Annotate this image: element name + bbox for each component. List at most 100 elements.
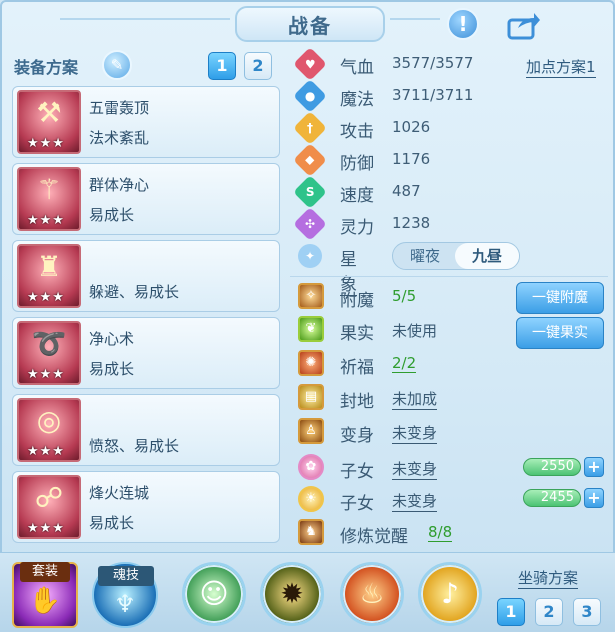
skill-slot-fire[interactable]: ♨ bbox=[340, 562, 404, 626]
suit-button[interactable]: 套装 ✋ bbox=[12, 562, 78, 628]
bell-icon: ♪ bbox=[441, 577, 459, 610]
equipment-skill: 躲避、易成长 bbox=[89, 283, 180, 301]
figure-icon: ☺ bbox=[199, 577, 229, 610]
child-1-level-bar: 2550 bbox=[523, 458, 581, 476]
feature-label: 修炼觉醒 bbox=[340, 527, 408, 547]
star-rating: ★★★ bbox=[27, 444, 65, 459]
child-1-add-button[interactable]: + bbox=[584, 457, 604, 477]
stat-value: 1176 bbox=[392, 150, 431, 168]
blessing-icon: ✺ bbox=[298, 350, 324, 376]
one-click-fruit-button[interactable]: 一键果实 bbox=[516, 317, 604, 349]
page-title: 战备 bbox=[288, 13, 332, 38]
suit-label: 套装 bbox=[20, 562, 70, 582]
belt-icon: ◎ ★★★ bbox=[17, 398, 81, 462]
equipment-slot-boots[interactable]: ☍ ★★★ 烽火连城 易成长 bbox=[12, 471, 280, 543]
stat-value: 1026 bbox=[392, 118, 431, 136]
feature-label: 附魔 bbox=[340, 291, 374, 311]
equipment-skill: 易成长 bbox=[89, 360, 135, 378]
star-rating: ★★★ bbox=[27, 521, 65, 536]
star-sign-option-day[interactable]: 九昼 bbox=[455, 243, 519, 269]
star-sign-option-night[interactable]: 曜夜 bbox=[393, 243, 457, 269]
star-rating: ★★★ bbox=[27, 367, 65, 382]
feature-value[interactable]: 未变身 bbox=[392, 422, 438, 444]
mount-tab-3[interactable]: 3 bbox=[573, 598, 601, 626]
soul-skill-button[interactable]: 魂技 ♆ bbox=[92, 562, 158, 628]
sword-icon: † bbox=[293, 111, 327, 145]
plan-tab-2[interactable]: 2 bbox=[244, 52, 272, 80]
feature-value[interactable]: 未变身 bbox=[392, 458, 438, 480]
child-2-add-button[interactable]: + bbox=[584, 488, 604, 508]
help-button[interactable]: ! bbox=[447, 8, 479, 40]
feature-value[interactable]: 8/8 bbox=[428, 523, 453, 542]
equipment-slot-armor[interactable]: ♜ ★★★ 躲避、易成长 bbox=[12, 240, 280, 312]
stat-row-mp: ● 魔法 3711/3711 bbox=[293, 79, 473, 113]
stat-value: 1238 bbox=[392, 214, 431, 232]
hand-icon: ✋ bbox=[28, 586, 62, 616]
feature-label: 变身 bbox=[340, 426, 374, 446]
scroll-icon: ▤ bbox=[298, 384, 324, 410]
boots-icon: ☍ ★★★ bbox=[17, 475, 81, 539]
compass-icon: ✦ bbox=[293, 239, 327, 273]
equipment-panel: 装备方案 ✎ 1 2 ⚒ ★★★ 五雷轰顶 法术紊乱 ⚚ ★★★ 群体净心 易成长 … bbox=[4, 44, 287, 544]
title-divider-right bbox=[390, 18, 440, 20]
fruit-icon: ❦ bbox=[298, 316, 324, 342]
equipment-slot-weapon[interactable]: ⚒ ★★★ 五雷轰顶 法术紊乱 bbox=[12, 86, 280, 158]
stat-row-attack: † 攻击 1026 bbox=[293, 111, 430, 145]
stat-label: 攻击 bbox=[340, 122, 374, 142]
star-sign-row: ✦ 星象 bbox=[293, 239, 357, 296]
enchant-icon: ✧ bbox=[298, 283, 324, 309]
feature-row-fruit: ❦ 果实 未使用 bbox=[298, 316, 518, 344]
mount-tab-1[interactable]: 1 bbox=[497, 598, 525, 626]
mount-plan-label[interactable]: 坐骑方案 bbox=[518, 567, 579, 589]
star-rating: ★★★ bbox=[27, 136, 65, 151]
skill-slot-bell[interactable]: ♪ bbox=[418, 562, 482, 626]
plus-icon: + bbox=[587, 457, 601, 476]
title-banner: 战备 bbox=[235, 6, 385, 42]
plan-tab-1[interactable]: 1 bbox=[208, 52, 236, 80]
feature-value[interactable]: 2/2 bbox=[392, 354, 417, 373]
exclamation-icon: ! bbox=[458, 12, 468, 36]
equipment-name: 群体净心 bbox=[89, 176, 150, 194]
stat-value: 487 bbox=[392, 182, 421, 200]
stat-value: 3577/3577 bbox=[392, 54, 474, 72]
pencil-icon: ✎ bbox=[110, 56, 124, 74]
mount-tab-2[interactable]: 2 bbox=[535, 598, 563, 626]
add-point-plan-link[interactable]: 加点方案1 bbox=[526, 56, 596, 78]
spirit-icon: ✣ bbox=[293, 207, 327, 241]
stat-row-speed: S 速度 487 bbox=[293, 175, 421, 209]
one-click-enchant-button[interactable]: 一键附魔 bbox=[516, 282, 604, 314]
feature-row-child-2: ☀ 子女 未变身 bbox=[298, 486, 518, 514]
feature-label: 子女 bbox=[340, 462, 374, 482]
share-arrow-icon bbox=[507, 13, 540, 40]
skill-slot-figure[interactable]: ☺ bbox=[182, 562, 246, 626]
star-rating: ★★★ bbox=[27, 213, 65, 228]
feature-row-blessing: ✺ 祈福 2/2 bbox=[298, 350, 518, 378]
equipment-slot-belt[interactable]: ◎ ★★★ 愤怒、易成长 bbox=[12, 394, 280, 466]
trident-icon: ♆ bbox=[114, 590, 136, 618]
equipment-slot-helmet[interactable]: ⚚ ★★★ 群体净心 易成长 bbox=[12, 163, 280, 235]
stat-label: 防御 bbox=[340, 154, 374, 174]
star-rating: ★★★ bbox=[27, 290, 65, 305]
shield-icon: ◆ bbox=[293, 143, 327, 177]
child-2-level-bar: 2455 bbox=[523, 489, 581, 507]
edit-plan-button[interactable]: ✎ bbox=[102, 50, 132, 80]
feature-label: 封地 bbox=[340, 392, 374, 412]
title-divider-left bbox=[60, 18, 230, 20]
sun-icon: ☀ bbox=[298, 486, 324, 512]
share-button[interactable] bbox=[506, 10, 540, 40]
mana-icon: ● bbox=[293, 79, 327, 113]
equipment-slot-necklace[interactable]: ➰ ★★★ 净心术 易成长 bbox=[12, 317, 280, 389]
feature-value[interactable]: 未变身 bbox=[392, 490, 438, 512]
feature-row-fief: ▤ 封地 未加成 bbox=[298, 384, 518, 412]
feature-value: 5/5 bbox=[392, 287, 417, 305]
equipment-name: 净心术 bbox=[89, 330, 135, 348]
necklace-icon: ➰ ★★★ bbox=[17, 321, 81, 385]
fire-icon: ♨ bbox=[359, 577, 385, 610]
skill-slot-beast[interactable]: ✹ bbox=[260, 562, 324, 626]
feature-row-enchant: ✧ 附魔 5/5 bbox=[298, 283, 518, 311]
feature-value[interactable]: 未加成 bbox=[392, 388, 438, 410]
stat-row-defense: ◆ 防御 1176 bbox=[293, 143, 430, 177]
hammer-icon: ⚒ ★★★ bbox=[17, 90, 81, 154]
stat-value: 3711/3711 bbox=[392, 86, 474, 104]
feature-label: 果实 bbox=[340, 324, 374, 344]
